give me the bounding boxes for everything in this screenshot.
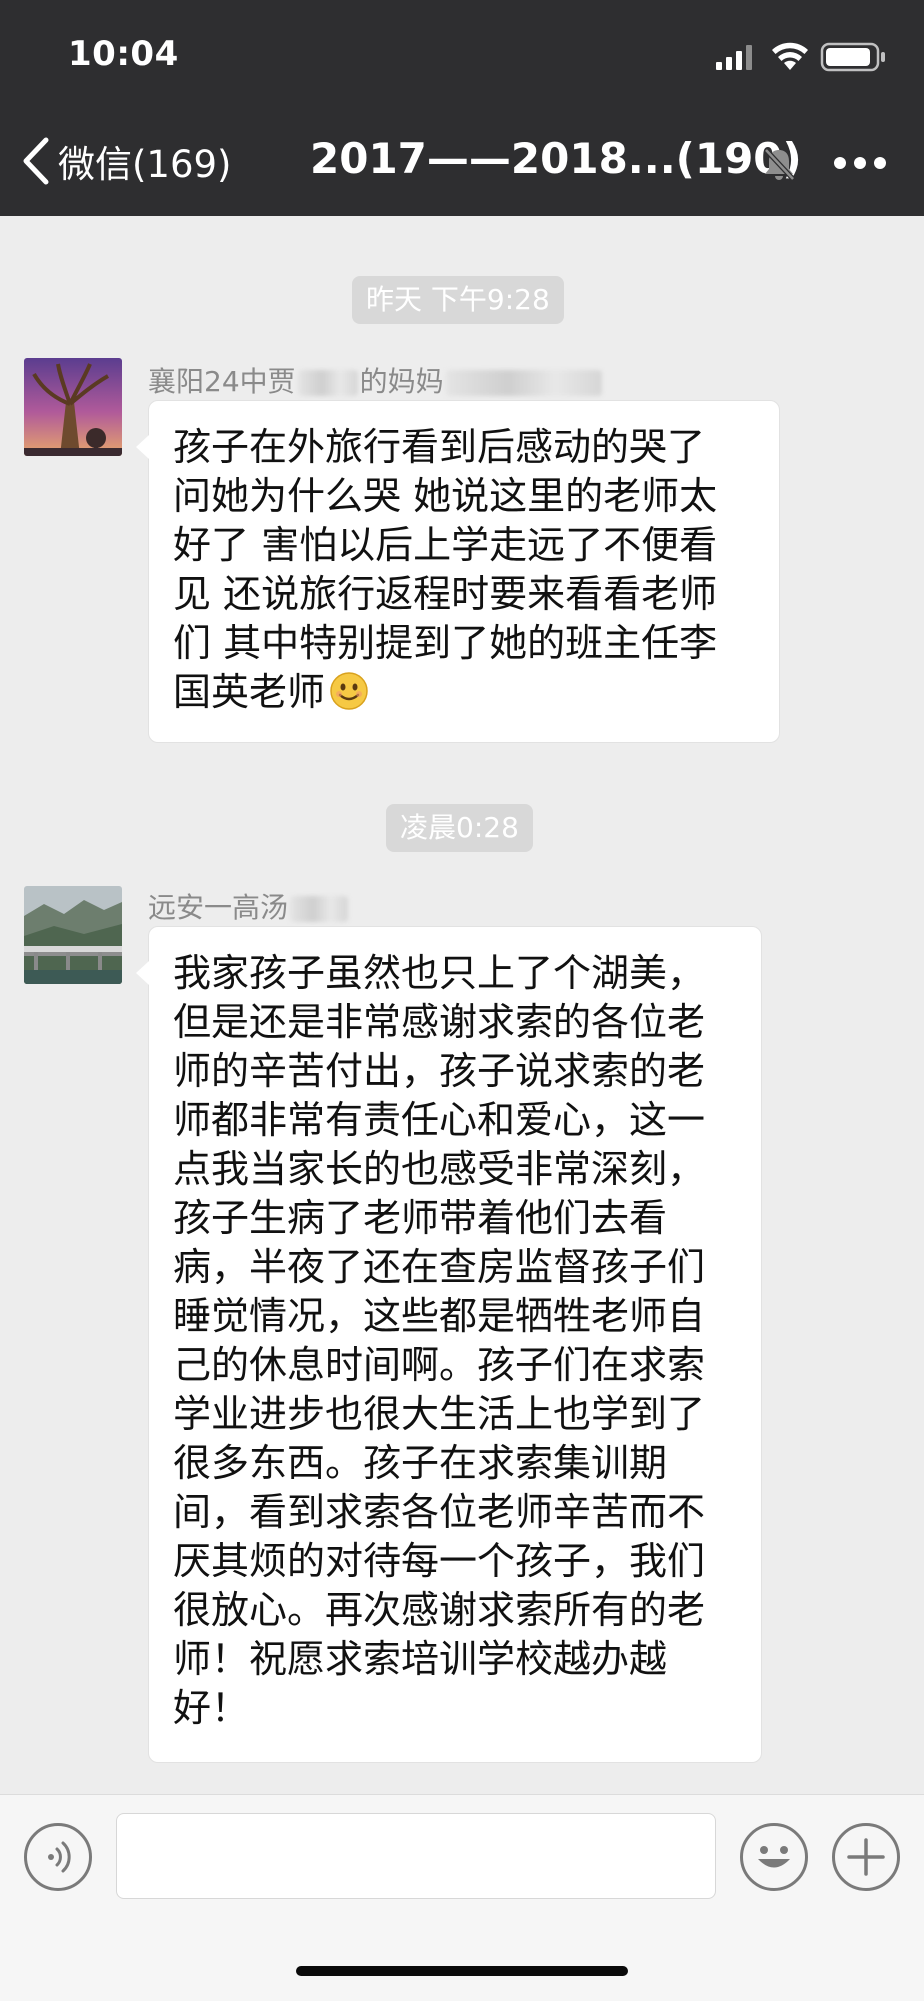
message-line: 师的辛苦付出，孩子说求索的老 (173, 1049, 706, 1093)
voice-button[interactable] (24, 1823, 92, 1891)
avatar[interactable] (24, 358, 122, 456)
message-line-text: 国英老师 (173, 670, 326, 714)
chat-title: 2017——2018...(190) (310, 134, 802, 183)
wifi-icon (772, 42, 808, 70)
smiley-emoji-icon (330, 672, 368, 710)
message-timestamp: 昨天 下午9:28 (352, 276, 564, 324)
status-time: 10:04 (68, 34, 179, 74)
message-line: 我家孩子虽然也只上了个湖美， (173, 951, 706, 995)
chevron-left-icon (23, 137, 49, 185)
emoji-icon (758, 1846, 790, 1868)
message-line: 们 其中特别提到了她的班主任李 (173, 621, 718, 665)
message-line: 厌其烦的对待每一个孩子，我们 (173, 1539, 706, 1583)
message-line: 睡觉情况，这些都是牺牲老师自 (173, 1294, 706, 1338)
sender-name-middle: 的妈妈 (359, 365, 444, 398)
message-line-last: 国英老师 (173, 668, 755, 717)
message-line: 病，半夜了还在查房监督孩子们 (173, 1245, 706, 1289)
message-line: 学业进步也很大生活上也学到了 (173, 1392, 706, 1436)
home-indicator[interactable] (296, 1966, 628, 1976)
sender-name: 远安一高汤 (148, 886, 350, 926)
message-line: 很多东西。孩子在求索集训期 (173, 1441, 668, 1485)
redacted-text (290, 896, 349, 922)
back-button[interactable]: 微信(169) (22, 136, 232, 186)
message-line: 见 还说旅行返程时要来看看老师 (173, 572, 718, 616)
chat-header: 10:04 微信(169) 2017——2018...(190) (0, 0, 924, 216)
message-line: 孩子在外旅行看到后感动的哭了 (173, 425, 706, 469)
message-line: 好了 害怕以后上学走远了不便看 (173, 523, 718, 567)
bell-muted-icon (764, 148, 795, 181)
voice-icon (48, 1841, 71, 1873)
emoji-button[interactable] (740, 1823, 808, 1891)
message-line: 师都非常有责任心和爱心，这一 (173, 1098, 706, 1142)
more-dots-icon[interactable] (832, 152, 888, 174)
plus-icon (847, 1838, 885, 1876)
message-line: 点我当家长的也感受非常深刻， (173, 1147, 706, 1191)
redacted-text (445, 370, 602, 396)
message-bubble[interactable]: 孩子在外旅行看到后感动的哭了 问她为什么哭 她说这里的老师太 好了 害怕以后上学… (136, 400, 780, 743)
message-line: 问她为什么哭 她说这里的老师太 (173, 474, 718, 518)
message-input[interactable] (116, 1813, 716, 1899)
avatar[interactable] (24, 886, 122, 984)
status-icons (714, 40, 894, 74)
message-bubble[interactable]: 我家孩子虽然也只上了个湖美， 但是还是非常感谢求索的各位老 师的辛苦付出，孩子说… (136, 926, 762, 1763)
message-line: 己的休息时间啊。孩子们在求索 (173, 1343, 706, 1387)
signal-icon (716, 45, 752, 70)
message-line: 师！祝愿求索培训学校越办越 (173, 1637, 668, 1681)
redacted-text (297, 370, 358, 396)
message-line: 很放心。再次感谢求索所有的老 (173, 1588, 706, 1632)
message-line: 但是还是非常感谢求索的各位老 (173, 1000, 706, 1044)
message-line: 孩子生病了老师带着他们去看 (173, 1196, 668, 1240)
message-timestamp: 凌晨0:28 (386, 804, 533, 852)
battery-icon (820, 42, 885, 72)
message-line: 好！ (173, 1686, 250, 1730)
back-label: 微信(169) (58, 143, 232, 186)
sender-name-prefix: 襄阳24中贾 (148, 365, 296, 398)
message-line: 间，看到求索各位老师辛苦而不 (173, 1490, 706, 1534)
sender-name-prefix: 远安一高汤 (148, 891, 289, 924)
plus-button[interactable] (832, 1823, 900, 1891)
sender-name: 襄阳24中贾 的妈妈 (148, 360, 604, 400)
